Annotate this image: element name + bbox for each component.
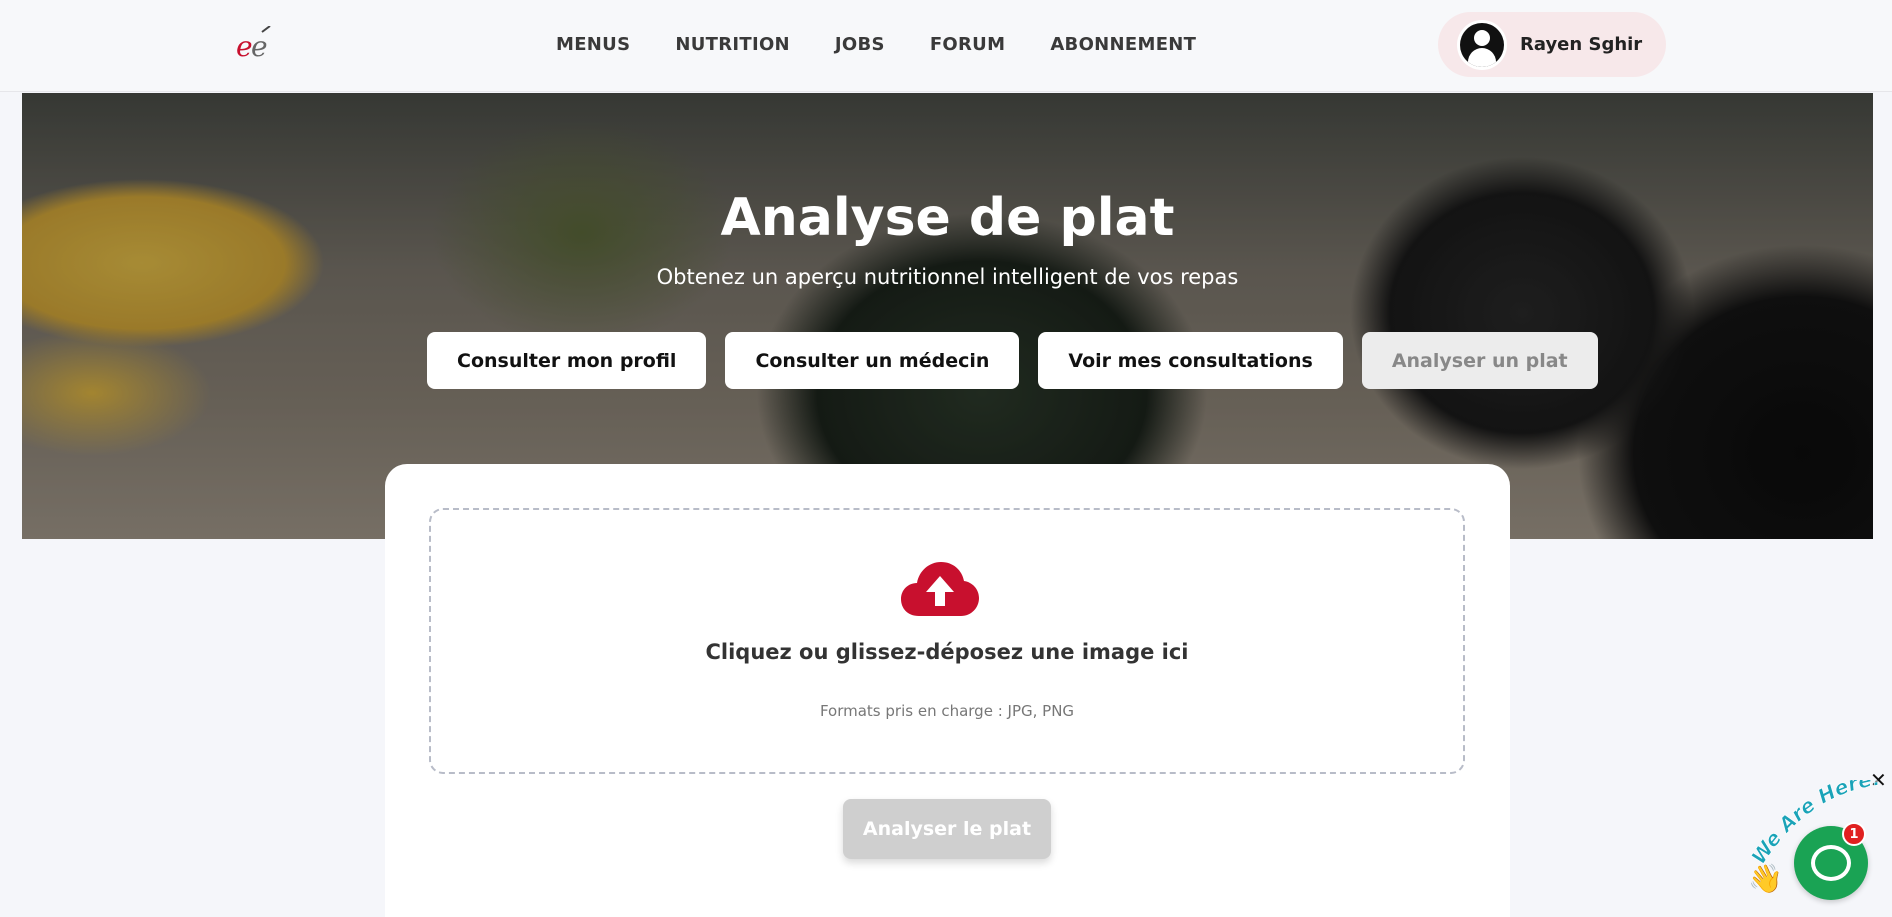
view-consultations-button[interactable]: Voir mes consultations [1038,332,1343,389]
chat-bubble-icon [1811,845,1851,881]
logo-icon: e e [236,25,271,63]
consult-doctor-button[interactable]: Consulter un médecin [725,332,1020,389]
waving-hand-icon: 👋 [1748,862,1783,895]
hero-banner: Analyse de plat Obtenez un aperçu nutrit… [22,93,1873,539]
page-subtitle: Obtenez un aperçu nutritionnel intellige… [656,265,1239,289]
chat-notification-badge: 1 [1842,822,1866,846]
main-nav: MENUS NUTRITION JOBS FORUM ABONNEMENT [556,34,1196,55]
avatar-body-shape [1468,47,1496,67]
dropzone-formats: Formats pris en charge : JPG, PNG [819,702,1075,720]
nav-abonnement[interactable]: ABONNEMENT [1050,34,1196,55]
user-menu[interactable]: Rayen Sghir [1438,12,1666,77]
page-title: Analyse de plat [720,188,1175,248]
site-logo[interactable]: e e [236,25,274,63]
nav-nutrition[interactable]: NUTRITION [675,34,790,55]
hero-action-buttons: Consulter mon profil Consulter un médeci… [427,332,1598,389]
user-name: Rayen Sghir [1520,34,1643,55]
avatar [1460,22,1504,67]
avatar-head-shape [1474,29,1490,46]
consult-profile-button[interactable]: Consulter mon profil [427,332,707,389]
svg-text:e: e [251,30,268,62]
dropzone-title: Cliquez ou glissez-déposez une image ici [705,640,1189,664]
nav-forum[interactable]: FORUM [930,34,1006,55]
nav-menus[interactable]: MENUS [556,34,630,55]
analyze-dish-tab-button[interactable]: Analyser un plat [1361,332,1598,389]
image-dropzone[interactable]: Cliquez ou glissez-déposez une image ici… [429,508,1465,774]
nav-jobs[interactable]: JOBS [835,34,885,55]
cloud-upload-icon [901,562,979,616]
top-navbar: e e MENUS NUTRITION JOBS FORUM ABONNEMEN… [0,0,1892,92]
analyze-dish-button[interactable]: Analyser le plat [843,799,1051,859]
